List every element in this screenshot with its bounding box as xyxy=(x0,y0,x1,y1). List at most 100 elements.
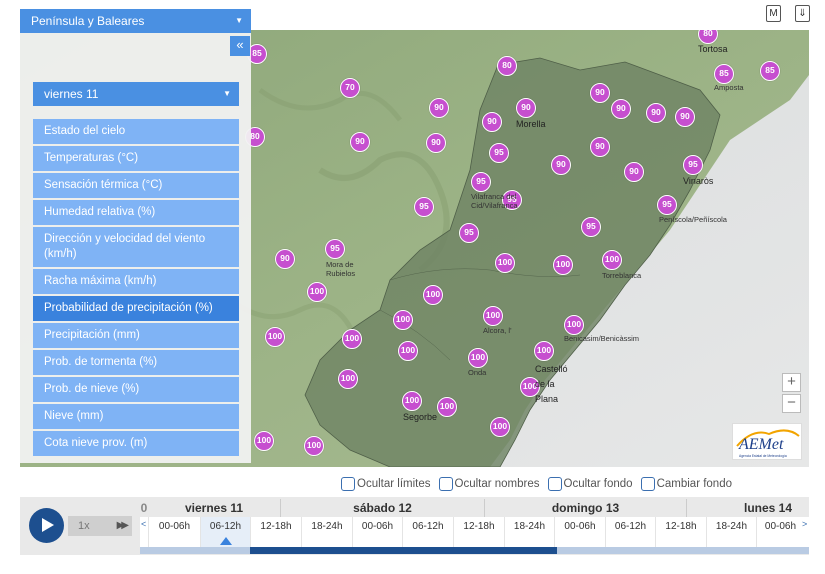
precip-marker[interactable]: 90 xyxy=(611,99,631,119)
day-label[interactable]: domingo 13 xyxy=(484,499,686,517)
menu-item-prob-precipitacion[interactable]: Probabilidad de precipitación (%) xyxy=(33,296,239,321)
precip-marker[interactable]: 80 xyxy=(497,56,517,76)
precip-marker[interactable]: 90 xyxy=(646,103,666,123)
toggle-cambiar-fondo[interactable]: Cambiar fondo xyxy=(640,475,732,493)
precip-marker[interactable]: 85 xyxy=(714,64,734,84)
menu-item-precipitacion[interactable]: Precipitación (mm) xyxy=(33,323,239,348)
day-label[interactable]: lunes 14 xyxy=(686,499,809,517)
day-select[interactable]: viernes 11 ▼ xyxy=(33,82,239,106)
time-slot[interactable]: 06-12h xyxy=(605,517,655,547)
precip-marker[interactable]: 90 xyxy=(516,98,536,118)
progress-track[interactable] xyxy=(140,547,809,554)
place-label: Peníscola/Peñíscola xyxy=(659,215,727,224)
menu-item-estado-cielo[interactable]: Estado del cielo xyxy=(33,119,239,144)
precip-marker[interactable]: 90 xyxy=(426,133,446,153)
toggle-ocultar-fondo[interactable]: Ocultar fondo xyxy=(547,475,633,493)
time-slots: < 00-06h 06-12h 12-18h 18-24h 00-06h 06-… xyxy=(140,517,809,547)
place-label: Segorbe xyxy=(403,412,438,422)
precip-marker[interactable]: 100 xyxy=(402,391,422,411)
precip-marker[interactable]: 100 xyxy=(534,341,554,361)
time-slot[interactable]: 18-24h xyxy=(504,517,554,547)
precip-marker[interactable]: 100 xyxy=(495,253,515,273)
precip-marker[interactable]: 95 xyxy=(657,195,677,215)
download-icon[interactable]: ⇓ xyxy=(795,5,810,22)
next-arrow-icon[interactable]: > xyxy=(802,519,807,529)
collapse-panel-button[interactable]: « xyxy=(230,36,250,56)
precip-marker[interactable]: 90 xyxy=(482,112,502,132)
fast-forward-icon[interactable]: ▶▶ xyxy=(117,516,130,536)
menu-item-temperaturas[interactable]: Temperaturas (°C) xyxy=(33,146,239,171)
region-select[interactable]: Península y Baleares ▼ xyxy=(20,9,251,33)
time-slot[interactable]: 06-12h xyxy=(402,517,453,547)
precip-marker[interactable]: 90 xyxy=(551,155,571,175)
precip-marker[interactable]: 100 xyxy=(307,282,327,302)
time-slot[interactable]: 12-18h xyxy=(655,517,706,547)
time-slot[interactable]: 00-06h xyxy=(554,517,605,547)
precip-marker[interactable]: 100 xyxy=(437,397,457,417)
precip-marker[interactable]: 90 xyxy=(590,137,610,157)
time-slot[interactable]: 12-18h xyxy=(453,517,504,547)
day-select-value: viernes 11 xyxy=(44,87,99,101)
precip-marker[interactable]: 100 xyxy=(553,255,573,275)
precip-marker[interactable]: 100 xyxy=(468,348,488,368)
precip-marker[interactable]: 90 xyxy=(350,132,370,152)
precip-marker[interactable]: 90 xyxy=(275,249,295,269)
menu-item-viento[interactable]: Dirección y velocidad del viento (km/h) xyxy=(33,227,239,267)
time-slot[interactable]: 00-06h xyxy=(352,517,402,547)
precip-marker[interactable]: 90 xyxy=(429,98,449,118)
precip-marker[interactable]: 90 xyxy=(590,83,610,103)
time-slot[interactable]: 12-18h xyxy=(250,517,301,547)
menu-item-humedad[interactable]: Humedad relativa (%) xyxy=(33,200,239,225)
precip-marker[interactable]: 100 xyxy=(304,436,324,456)
menu-item-racha[interactable]: Racha máxima (km/h) xyxy=(33,269,239,294)
day-label[interactable]: sábado 12 xyxy=(280,499,484,517)
precip-marker[interactable]: 95 xyxy=(471,172,491,192)
precip-marker[interactable]: 90 xyxy=(675,107,695,127)
precip-marker[interactable]: 95 xyxy=(489,143,509,163)
time-slot[interactable]: 18-24h xyxy=(301,517,352,547)
prev-arrow-icon[interactable]: < xyxy=(141,519,146,529)
toggle-ocultar-nombres[interactable]: Ocultar nombres xyxy=(438,475,540,493)
days-row: 0 viernes 11 sábado 12 domingo 13 lunes … xyxy=(140,499,809,517)
precip-marker[interactable]: 85 xyxy=(760,61,780,81)
zoom-out-button[interactable]: − xyxy=(782,394,801,413)
play-button[interactable] xyxy=(29,508,64,543)
precip-marker[interactable]: 100 xyxy=(254,431,274,451)
time-slot[interactable]: 00-06h xyxy=(148,517,200,547)
checkbox-icon[interactable] xyxy=(640,477,655,491)
time-slot[interactable]: 00-06h xyxy=(756,517,804,547)
caret-down-icon: ▼ xyxy=(235,16,243,25)
menu-item-prob-nieve[interactable]: Prob. de nieve (%) xyxy=(33,377,239,402)
precip-marker[interactable]: 95 xyxy=(325,239,345,259)
precip-marker[interactable]: 95 xyxy=(581,217,601,237)
checkbox-icon[interactable] xyxy=(438,477,453,491)
toggle-ocultar-limites[interactable]: Ocultar límites xyxy=(341,475,431,493)
checkbox-icon[interactable] xyxy=(547,477,562,491)
timeline: 1x ▶▶ 0 viernes 11 sábado 12 domingo 13 … xyxy=(20,497,809,555)
precip-marker[interactable]: 70 xyxy=(340,78,360,98)
menu-item-sensacion-termica[interactable]: Sensación térmica (°C) xyxy=(33,173,239,198)
menu-item-cota-nieve[interactable]: Cota nieve prov. (m) xyxy=(33,431,239,456)
checkbox-icon[interactable] xyxy=(341,477,355,491)
precip-marker[interactable]: 100 xyxy=(564,315,584,335)
time-slot[interactable]: 18-24h xyxy=(706,517,756,547)
precip-marker[interactable]: 100 xyxy=(342,329,362,349)
precip-marker[interactable]: 100 xyxy=(265,327,285,347)
precip-marker[interactable]: 100 xyxy=(423,285,443,305)
precip-marker[interactable]: 95 xyxy=(414,197,434,217)
menu-item-prob-tormenta[interactable]: Prob. de tormenta (%) xyxy=(33,350,239,375)
day-label[interactable]: viernes 11 xyxy=(148,499,280,517)
speed-control[interactable]: 1x ▶▶ xyxy=(68,516,132,536)
precip-marker[interactable]: 100 xyxy=(393,310,413,330)
precip-marker[interactable]: 100 xyxy=(338,369,358,389)
region-select-value: Península y Baleares xyxy=(31,14,145,28)
m-download-icon[interactable]: M xyxy=(766,5,781,22)
precip-marker[interactable]: 100 xyxy=(490,417,510,437)
precip-marker[interactable]: 95 xyxy=(683,155,703,175)
precip-marker[interactable]: 100 xyxy=(483,306,503,326)
precip-marker[interactable]: 100 xyxy=(398,341,418,361)
zoom-in-button[interactable]: + xyxy=(782,373,801,392)
precip-marker[interactable]: 100 xyxy=(602,250,622,270)
precip-marker[interactable]: 95 xyxy=(459,223,479,243)
menu-item-nieve[interactable]: Nieve (mm) xyxy=(33,404,239,429)
